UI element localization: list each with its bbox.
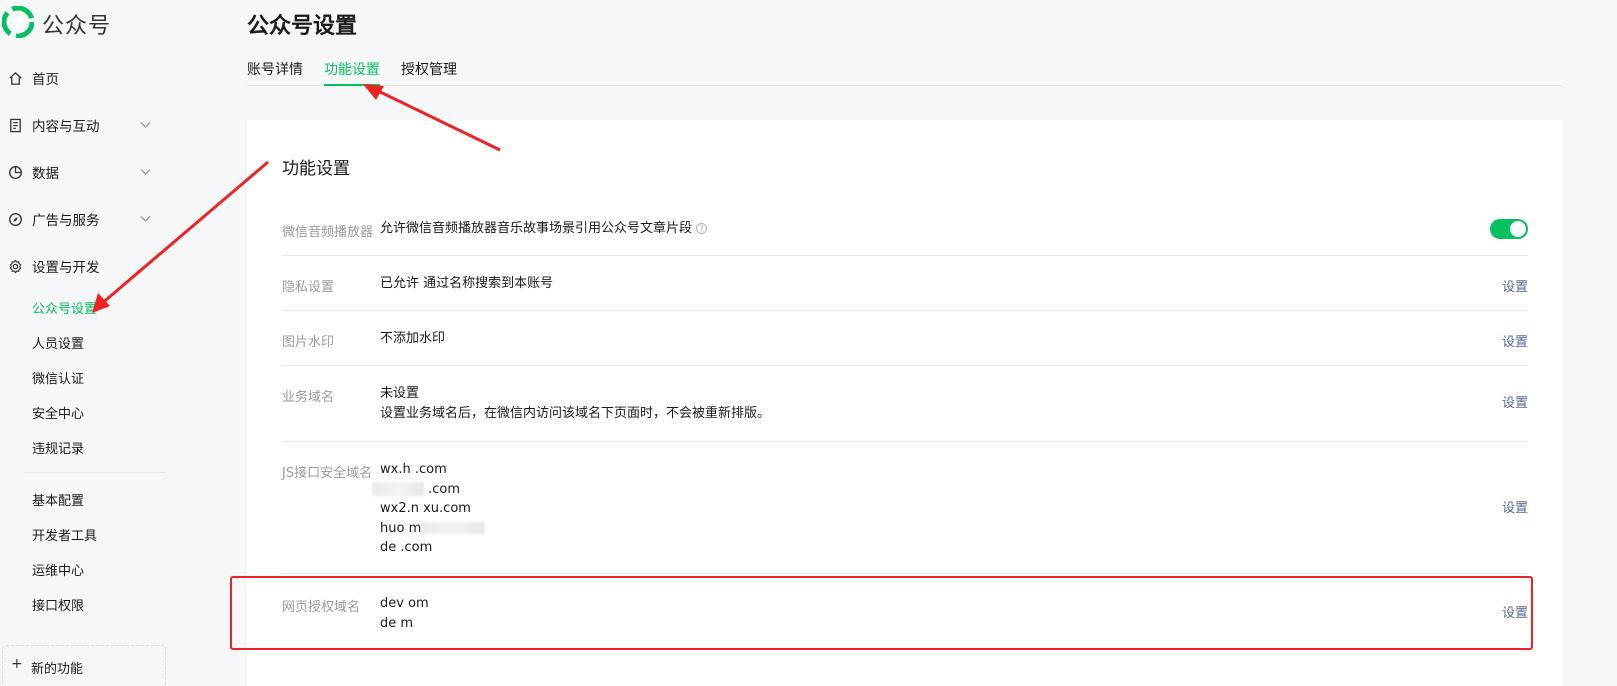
domain-line: huo m (380, 519, 486, 539)
privacy-settings-link[interactable]: 设置 (1502, 276, 1528, 295)
sidebar-subitem-wechat-verification[interactable]: 微信认证 (32, 366, 84, 388)
setting-value: dev om de m (380, 594, 429, 633)
sidebar-item-settings[interactable]: 设置与开发 (0, 250, 166, 282)
setting-label: 隐私设置 (282, 280, 335, 295)
sidebar-item-ads[interactable]: 广告与服务 (0, 203, 166, 235)
sidebar-item-label: 设置与开发 (32, 260, 100, 276)
setting-label: 微信音频播放器 (282, 225, 374, 240)
sidebar-subitem-people-settings[interactable]: 人员设置 (32, 331, 84, 353)
setting-value: wx.h .com .com wx2.n xu.com huo m de .co… (372, 460, 486, 558)
feature-settings-card: 功能设置 微信音频播放器 允许微信音频播放器音乐故事场景引用公众号文章片段? 隐… (247, 120, 1563, 686)
tab-account-details[interactable]: 账号详情 (247, 59, 303, 86)
setting-value: 已允许 通过名称搜索到本账号 (380, 276, 554, 291)
sidebar-item-label: 数据 (32, 166, 59, 182)
sidebar-subitem-violation-records[interactable]: 违规记录 (32, 436, 84, 458)
setting-row-audio-player: 微信音频播放器 允许微信音频播放器音乐故事场景引用公众号文章片段? (282, 208, 1528, 256)
chevron-down-icon (140, 216, 151, 222)
wechat-logo-icon (1, 5, 35, 42)
tab-feature-settings[interactable]: 功能设置 (324, 59, 380, 86)
tab-authorization-management[interactable]: 授权管理 (401, 59, 457, 86)
sidebar-item-content[interactable]: 内容与互动 (0, 109, 166, 141)
document-icon (7, 117, 23, 133)
sidebar-subitem-basic-config[interactable]: 基本配置 (32, 488, 84, 510)
domain-line: wx2.n xu.com (380, 501, 471, 516)
new-features-label: 新的功能 (31, 662, 84, 677)
help-icon[interactable]: ? (696, 223, 708, 234)
setting-value: 允许微信音频播放器音乐故事场景引用公众号文章片段? (380, 219, 708, 239)
domain-line: de m (380, 615, 414, 631)
setting-row-js-domains: JS接口安全域名 wx.h .com .com wx2.n xu.com huo… (282, 442, 1528, 574)
app-name: 公众号 (42, 14, 112, 39)
sidebar-subitem-account-settings[interactable]: 公众号设置 (32, 296, 97, 318)
sidebar-item-label: 内容与互动 (32, 119, 100, 135)
domain-line: dev om (380, 596, 429, 611)
app-window: 公众号 首页 内容与互动 数据 广告与服务 设置与开发 公众号设置 人员设置 微… (0, 0, 1617, 686)
sidebar-subitem-api-permissions[interactable]: 接口权限 (32, 593, 84, 615)
sidebar-item-home[interactable]: 首页 (0, 62, 166, 94)
redacted-blur (372, 482, 424, 496)
audio-player-toggle[interactable] (1490, 219, 1528, 239)
card-title: 功能设置 (282, 159, 350, 179)
setting-row-oauth-domains: 网页授权域名 dev om de m 设置 (282, 574, 1528, 654)
plus-icon: + (11, 656, 23, 672)
page-title: 公众号设置 (247, 14, 358, 39)
setting-value: 不添加水印 (380, 331, 446, 346)
setting-label: 业务域名 (282, 390, 335, 405)
sidebar-item-data[interactable]: 数据 (0, 156, 166, 188)
setting-label: 图片水印 (282, 335, 335, 350)
setting-label: 网页授权域名 (282, 600, 361, 615)
setting-value-line: 允许微信音频播放器音乐故事场景引用公众号文章片段 (380, 221, 693, 236)
tab-bar: 账号详情 功能设置 授权管理 (247, 56, 1562, 86)
sidebar-subitem-developer-tools[interactable]: 开发者工具 (32, 523, 97, 545)
sidebar-item-label: 广告与服务 (32, 213, 100, 229)
setting-row-watermark: 图片水印 不添加水印 设置 (282, 311, 1528, 366)
setting-value-line: 未设置 (380, 386, 420, 401)
chevron-down-icon (140, 122, 151, 128)
setting-label: JS接口安全域名 (282, 466, 373, 481)
setting-value-line: 设置业务域名后，在微信内访问该域名下页面时，不会被重新排版。 (380, 405, 771, 421)
setting-row-privacy: 隐私设置 已允许 通过名称搜索到本账号 设置 (282, 256, 1528, 311)
domain-line: wx.h .com (380, 462, 447, 477)
js-domain-settings-link[interactable]: 设置 (1502, 497, 1528, 516)
sidebar: 公众号 首页 内容与互动 数据 广告与服务 设置与开发 公众号设置 人员设置 微… (0, 0, 182, 686)
sidebar-subitem-ops-center[interactable]: 运维中心 (32, 558, 84, 580)
gear-icon (7, 258, 23, 274)
home-icon (7, 70, 23, 86)
oauth-domain-settings-link[interactable]: 设置 (1502, 602, 1528, 621)
setting-row-business-domain: 业务域名 未设置 设置业务域名后，在微信内访问该域名下页面时，不会被重新排版。 … (282, 366, 1528, 442)
chevron-down-icon (140, 169, 151, 175)
sidebar-item-label: 首页 (32, 72, 59, 88)
domain-line: .com (372, 480, 485, 500)
watermark-settings-link[interactable]: 设置 (1502, 331, 1528, 350)
app-logo[interactable]: 公众号 (1, 5, 112, 42)
new-features-entry[interactable]: + 新的功能 (2, 645, 166, 686)
compass-icon (7, 211, 23, 227)
sidebar-subitem-security-center[interactable]: 安全中心 (32, 401, 84, 423)
setting-value: 未设置 设置业务域名后，在微信内访问该域名下页面时，不会被重新排版。 (380, 384, 770, 423)
pie-chart-icon (7, 164, 23, 180)
redacted-blur (421, 522, 486, 534)
business-domain-settings-link[interactable]: 设置 (1502, 392, 1528, 411)
domain-line: de .com (380, 540, 433, 555)
sidebar-divider (24, 472, 166, 473)
